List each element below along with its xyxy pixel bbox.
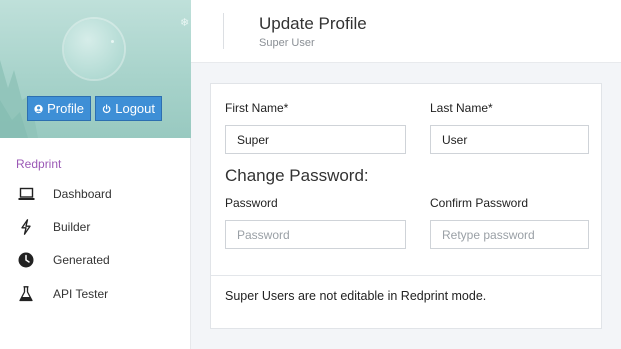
- password-field[interactable]: [225, 220, 406, 249]
- laptop-icon: [17, 185, 35, 203]
- profile-button[interactable]: Profile: [27, 96, 91, 121]
- sidebar-item-label: API Tester: [53, 287, 109, 301]
- sidebar-item-api-tester[interactable]: API Tester: [0, 279, 190, 309]
- sidebar-item-generated[interactable]: Generated: [0, 245, 190, 275]
- logout-button-label: Logout: [115, 101, 155, 116]
- sidebar-profile-header: ❄ Profile Logout: [0, 0, 191, 138]
- clock-icon: [17, 251, 35, 269]
- sidebar-item-label: Generated: [53, 253, 110, 267]
- avatar-sparkle: [111, 40, 114, 43]
- confirm-password-field[interactable]: [430, 220, 589, 249]
- confirm-password-label: Confirm Password: [430, 196, 529, 210]
- last-name-field[interactable]: [430, 125, 589, 154]
- sidebar: ❄ Profile Logout Redprint Dashboard Buil…: [0, 0, 191, 349]
- page-subtitle: Super User: [259, 37, 315, 49]
- first-name-label: First Name*: [225, 101, 289, 115]
- snowflake-icon: ❄: [180, 17, 190, 29]
- change-password-heading: Change Password:: [225, 166, 369, 185]
- first-name-field[interactable]: [225, 125, 406, 154]
- profile-form-card: First Name* Last Name* Change Password: …: [210, 83, 602, 329]
- sidebar-item-dashboard[interactable]: Dashboard: [0, 179, 190, 209]
- header-divider: [223, 13, 224, 49]
- readonly-notice: Super Users are not editable in Redprint…: [225, 289, 487, 303]
- sidebar-item-builder[interactable]: Builder: [0, 212, 190, 242]
- profile-button-label: Profile: [47, 101, 84, 116]
- page-title: Update Profile: [259, 14, 367, 33]
- avatar: [64, 19, 124, 79]
- page-header: Update Profile Super User: [191, 0, 621, 63]
- flask-icon: [17, 285, 35, 303]
- card-divider: [211, 275, 601, 276]
- sidebar-item-label: Dashboard: [53, 187, 112, 201]
- bolt-icon: [17, 218, 35, 236]
- password-label: Password: [225, 196, 278, 210]
- logout-button[interactable]: Logout: [95, 96, 162, 121]
- brand-label: Redprint: [16, 157, 62, 171]
- power-icon: [102, 103, 111, 113]
- sidebar-item-label: Builder: [53, 220, 91, 234]
- user-circle-icon: [34, 104, 43, 113]
- last-name-label: Last Name*: [430, 101, 493, 115]
